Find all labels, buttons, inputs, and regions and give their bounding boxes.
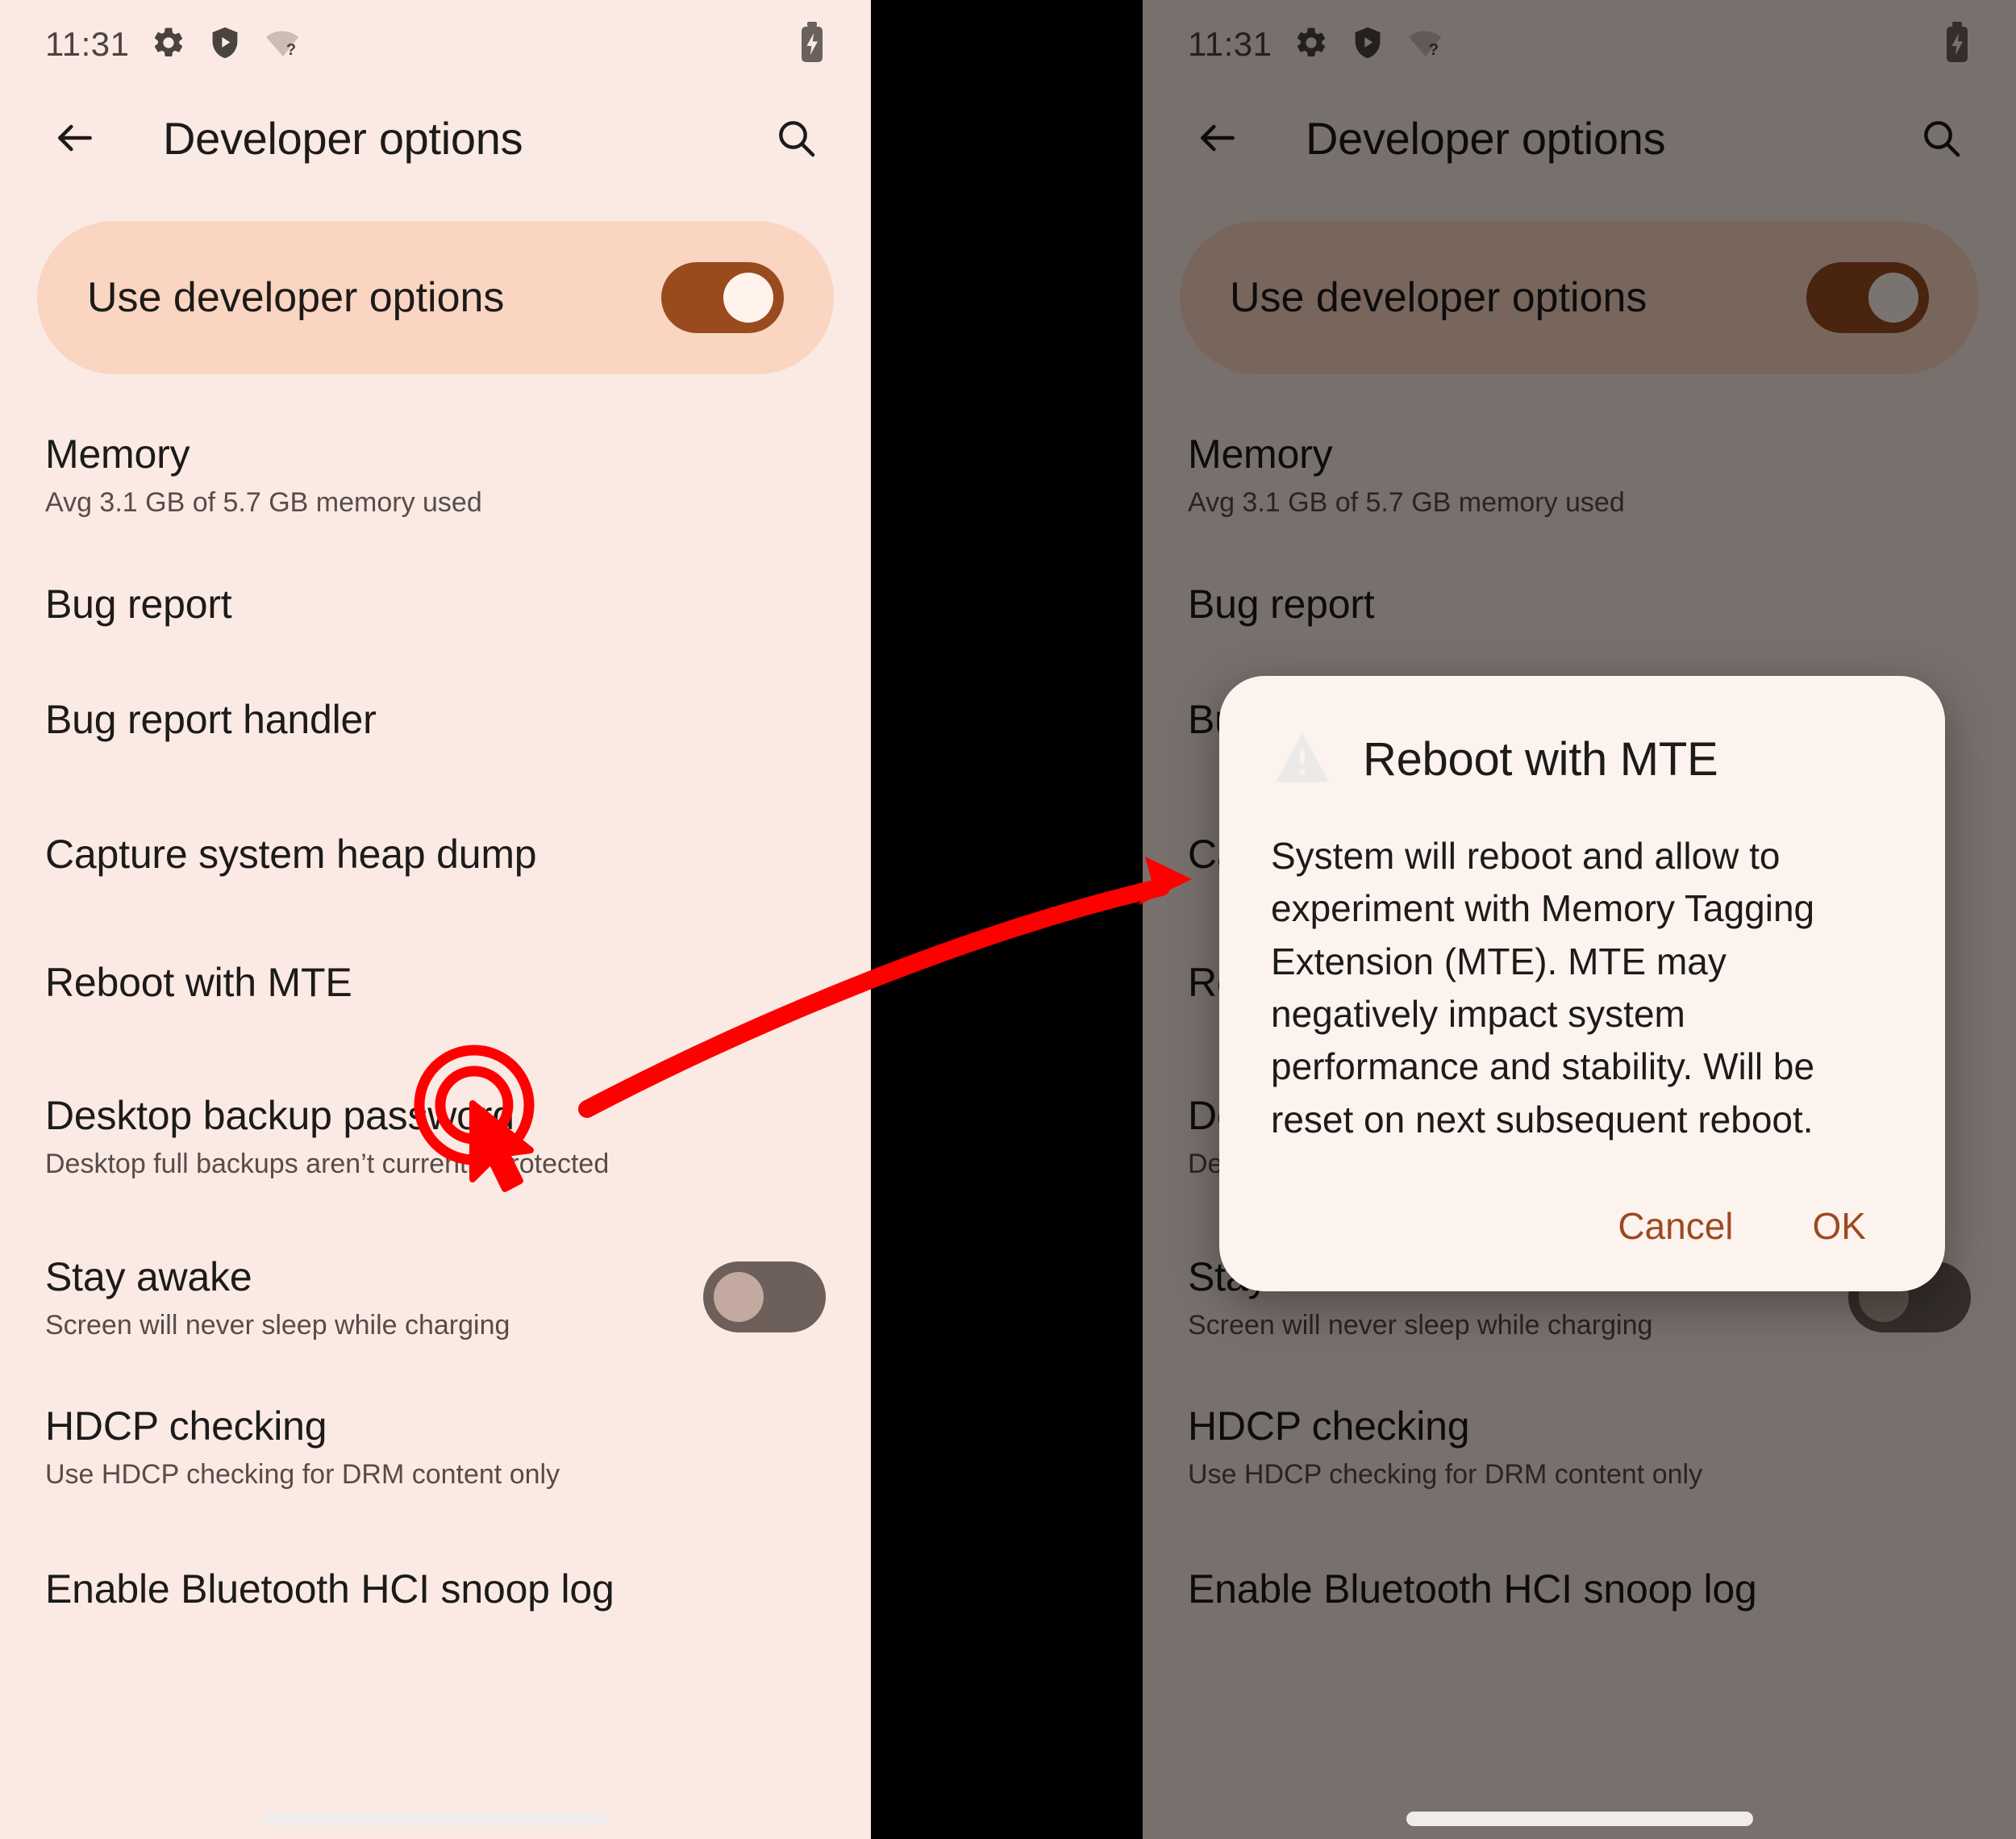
list-item-bug-report[interactable]: Bug report [1143,547,2016,662]
list-item-bug-report[interactable]: Bug report [0,547,871,662]
page-title: Developer options [1306,112,1666,164]
list-item-title: Stay awake [45,1253,252,1299]
list-item-title: HDCP checking [1188,1403,1470,1449]
status-bar-left: 11:31 ? [1188,25,1445,65]
list-item-subtitle: Avg 3.1 GB of 5.7 GB memory used [1188,487,1625,518]
warning-triangle-icon [1271,726,1334,793]
list-item-stay-awake[interactable]: Stay awake Screen will never sleep while… [0,1223,871,1373]
list-item-memory[interactable]: Memory Avg 3.1 GB of 5.7 GB memory used [1143,403,2016,547]
use-developer-options-toggle[interactable] [661,262,784,333]
list-item-subtitle: Use HDCP checking for DRM content only [45,1459,560,1491]
search-button[interactable] [1911,108,1971,168]
list-item-bug-report-handler[interactable]: Bug report handler [0,662,871,789]
list-item-subtitle: Screen will never sleep while charging [45,1309,510,1341]
battery-charging-icon [1943,21,1971,68]
status-bar: 11:31 ? [0,0,871,89]
list-item-hdcp-checking[interactable]: HDCP checking Use HDCP checking for DRM … [0,1372,871,1533]
wifi-question-icon: ? [1406,25,1445,65]
settings-list: Memory Avg 3.1 GB of 5.7 GB memory used … [0,374,871,1641]
back-button[interactable] [1188,108,1248,168]
svg-text:?: ? [1428,40,1438,58]
list-item-subtitle: Desktop full backups aren’t currently pr… [45,1148,610,1179]
list-item-desktop-backup-password[interactable]: Desktop backup password Desktop full bac… [0,1061,871,1223]
settings-content: Use developer options Memory Avg 3.1 GB … [0,221,871,1641]
list-item-reboot-with-mte[interactable]: Reboot with MTE [0,920,871,1061]
use-developer-options-label: Use developer options [87,274,505,321]
list-item-title: Desktop backup password [45,1092,514,1138]
list-item-hdcp-checking[interactable]: HDCP checking Use HDCP checking for DRM … [1143,1372,2016,1533]
use-developer-options-card[interactable]: Use developer options [37,221,834,374]
battery-charging-icon [798,21,826,68]
list-item-title: Bug report handler [45,696,377,742]
gear-icon [1293,25,1329,65]
list-item-title: Memory [1188,432,1333,477]
home-indicator[interactable] [262,1812,609,1826]
list-item-title: Bug report [1188,581,1375,627]
list-item-subtitle: Use HDCP checking for DRM content only [1188,1459,1703,1491]
use-developer-options-card[interactable]: Use developer options [1180,221,1979,374]
dialog-message: System will reboot and allow to experime… [1271,835,1815,1141]
list-item-enable-bluetooth-hci-snoop-log[interactable]: Enable Bluetooth HCI snoop log [0,1533,871,1641]
status-bar-clock: 11:31 [45,25,130,63]
page-title: Developer options [163,112,523,164]
list-item-subtitle: Avg 3.1 GB of 5.7 GB memory used [45,487,482,518]
shield-play-icon [207,25,243,65]
status-bar: 11:31 ? [1143,0,2016,89]
list-item-title: Bug report [45,581,232,627]
list-item-title: Reboot with MTE [45,959,352,1005]
list-item-enable-bluetooth-hci-snoop-log[interactable]: Enable Bluetooth HCI snoop log [1143,1533,2016,1641]
wifi-question-icon: ? [264,25,302,65]
status-bar-right [798,21,826,68]
status-bar-right [1943,21,1971,68]
app-bar: Developer options [0,89,871,187]
status-bar-clock: 11:31 [1188,25,1272,63]
screenshot-stage: 11:31 ? Developer options Use developer … [0,0,2016,1839]
stay-awake-toggle[interactable] [703,1261,826,1333]
use-developer-options-toggle[interactable] [1806,262,1929,333]
list-item-subtitle: Screen will never sleep while charging [1188,1309,1653,1341]
dialog-header: Reboot with MTE [1271,726,1893,793]
ok-button[interactable]: OK [1797,1193,1882,1259]
list-item-title: Memory [45,432,190,477]
list-item-title: Capture system heap dump [45,831,537,877]
list-item-memory[interactable]: Memory Avg 3.1 GB of 5.7 GB memory used [0,403,871,547]
dialog-actions: Cancel OK [1271,1193,1893,1259]
list-item-title: HDCP checking [45,1403,327,1449]
home-indicator[interactable] [1406,1812,1753,1826]
reboot-with-mte-dialog: Reboot with MTE System will reboot and a… [1219,676,1945,1291]
svg-text:?: ? [285,40,295,58]
dialog-title: Reboot with MTE [1363,733,1718,786]
search-button[interactable] [766,108,826,168]
app-bar: Developer options [1143,89,2016,187]
back-button[interactable] [45,108,105,168]
phone-screen-before: 11:31 ? Developer options Use developer … [0,0,871,1839]
status-bar-left: 11:31 ? [45,25,302,65]
gear-icon [151,25,186,65]
use-developer-options-label: Use developer options [1230,274,1647,321]
list-item-title: Enable Bluetooth HCI snoop log [1188,1566,1757,1612]
shield-play-icon [1350,25,1385,65]
list-item-capture-system-heap-dump[interactable]: Capture system heap dump [0,789,871,920]
cancel-button[interactable]: Cancel [1602,1193,1749,1259]
list-item-title: Enable Bluetooth HCI snoop log [45,1566,614,1612]
